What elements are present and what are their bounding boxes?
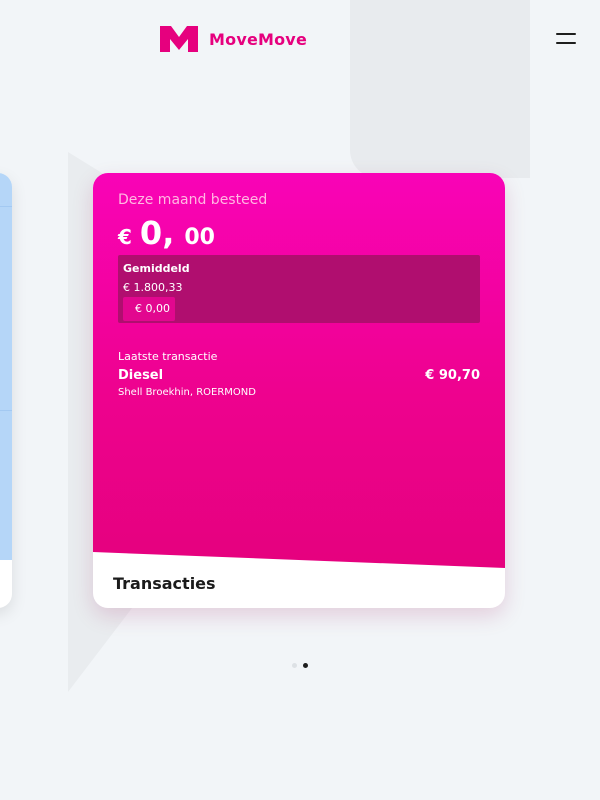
divider: [0, 410, 12, 411]
page-dot-2[interactable]: [303, 663, 308, 668]
previous-card-body: [0, 173, 12, 560]
brand-name: MoveMove: [209, 29, 307, 49]
divider: [0, 206, 12, 207]
page-dot-1[interactable]: [292, 663, 297, 668]
spent-amount-dec: 00: [184, 225, 215, 250]
card-summary-panel: Deze maand besteed € 0, 00 Gemiddeld € 1…: [93, 173, 505, 568]
previous-card[interactable]: [0, 173, 12, 608]
hamburger-menu-icon[interactable]: [553, 30, 579, 48]
logo[interactable]: MoveMove: [160, 26, 307, 52]
last-transaction-label: Laatste transactie: [118, 350, 218, 363]
current-spending-value: € 0,00: [135, 302, 170, 315]
spent-amount: € 0, 00: [118, 214, 215, 252]
average-value: € 1.800,33: [123, 281, 183, 294]
last-transaction-name: Diesel: [118, 368, 164, 383]
average-label: Gemiddeld: [123, 262, 190, 275]
header: MoveMove: [0, 0, 600, 80]
spending-card[interactable]: Deze maand besteed € 0, 00 Gemiddeld € 1…: [93, 173, 505, 608]
last-transaction-place: Shell Broekhin, ROERMOND: [118, 387, 256, 398]
movemove-m-logo-icon: [160, 26, 198, 52]
last-transaction-amount: € 90,70: [425, 368, 480, 383]
page-indicator: [292, 663, 308, 668]
spent-currency: €: [118, 225, 132, 249]
average-box: Gemiddeld € 1.800,33 € 0,00: [118, 255, 480, 323]
transactions-link[interactable]: Transacties: [113, 574, 216, 593]
spent-label: Deze maand besteed: [118, 192, 268, 208]
spent-amount-int: 0,: [139, 214, 175, 252]
